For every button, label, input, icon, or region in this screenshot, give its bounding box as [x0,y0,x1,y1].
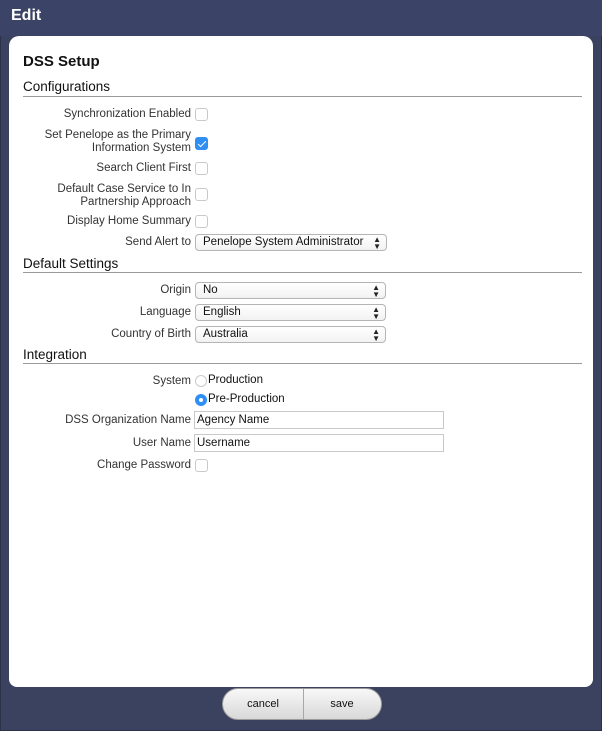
primary-system-label-line-1: Set Penelope as the Primary [44,129,191,141]
change-password-label: Change Password [97,459,191,471]
origin-label: Origin [160,284,191,296]
user-name-input[interactable]: Username [194,434,444,452]
display-home-summary-checkbox[interactable] [195,215,208,228]
language-value: English [203,306,241,318]
system-pre-production-radio[interactable] [195,394,207,406]
dss-org-name-input[interactable]: Agency Name [194,411,444,429]
change-password-checkbox[interactable] [195,459,208,472]
default-settings-section-title: Default Settings [23,256,119,271]
default-case-service-label: Default Case Service to In Partnership A… [57,183,191,209]
system-production-radio[interactable] [195,375,207,387]
search-client-first-checkbox[interactable] [195,162,208,175]
configurations-section-title: Configurations [23,79,111,94]
sync-enabled-label: Synchronization Enabled [63,108,191,120]
select-arrows-icon: ▲ ▼ [372,283,380,299]
system-label: System [152,375,191,387]
primary-system-label-line-2: Information System [91,142,191,154]
dialog-titlebar: Edit [0,0,602,36]
select-arrows-icon: ▲ ▼ [372,305,380,321]
dialog-title: Edit [11,7,42,24]
system-production-label[interactable]: Production [208,374,263,386]
integration-divider [23,363,582,364]
select-arrows-icon: ▲ ▼ [372,327,380,343]
configurations-divider [23,96,582,97]
footer-button-group: cancel save [222,688,382,720]
default-case-service-label-line-1: Default Case Service to In [57,183,191,195]
user-name-label: User Name [132,437,191,449]
origin-select[interactable]: No ▲ ▼ [195,282,386,299]
display-home-summary-label: Display Home Summary [67,215,191,227]
primary-system-label: Set Penelope as the Primary Information … [45,129,191,155]
send-alert-value: Penelope System Administrator [203,236,364,248]
integration-section-title: Integration [23,347,87,362]
language-select[interactable]: English ▲ ▼ [195,304,386,321]
primary-system-checkbox[interactable] [195,137,208,150]
dialog-panel: DSS Setup Configurations Synchronization… [9,36,593,687]
country-of-birth-select[interactable]: Australia ▲ ▼ [195,326,386,343]
save-button[interactable]: save [303,689,381,719]
search-client-first-label: Search Client First [96,162,191,174]
dss-org-name-label: DSS Organization Name [65,414,191,426]
default-case-service-checkbox[interactable] [195,188,208,201]
default-case-service-label-line-2: Partnership Approach [80,196,191,208]
send-alert-label: Send Alert to [125,236,191,248]
system-pre-production-label[interactable]: Pre-Production [208,393,285,405]
send-alert-select[interactable]: Penelope System Administrator ▲ ▼ [195,234,387,251]
edit-dialog: Edit DSS Setup Configurations Synchroniz… [0,0,602,731]
language-label: Language [139,306,191,318]
select-arrows-icon: ▲ ▼ [373,235,381,251]
default-settings-divider [23,272,582,273]
origin-value: No [203,284,218,296]
page-title: DSS Setup [23,53,100,70]
sync-enabled-checkbox[interactable] [195,108,208,121]
country-of-birth-value: Australia [203,328,248,340]
country-of-birth-label: Country of Birth [111,328,191,340]
cancel-button[interactable]: cancel [223,689,304,719]
